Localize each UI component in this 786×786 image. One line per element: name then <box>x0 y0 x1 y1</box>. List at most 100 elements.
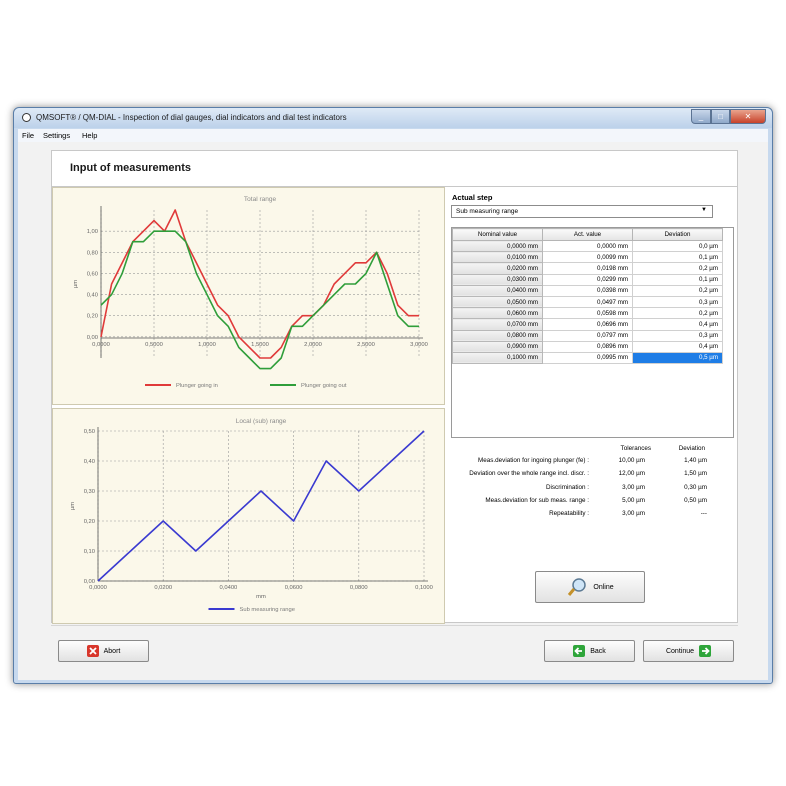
x-tick-label: 0,0600 <box>285 585 303 591</box>
series-line <box>97 430 425 582</box>
deviation-cell[interactable]: 0,1 µm <box>632 251 723 264</box>
legend-label: Sub measuring range <box>240 607 295 613</box>
table-row[interactable]: 0,1000 mm 0,0995 mm 0,5 µm <box>452 351 723 365</box>
client-area: Input of measurements Total range 0,00 0,2… <box>18 142 768 680</box>
actual-step-label: Actual step <box>452 193 493 202</box>
header-panel: Input of measurements <box>51 150 738 186</box>
act-value-cell[interactable]: 0,0598 mm <box>542 307 633 320</box>
act-value-cell[interactable]: 0,0995 mm <box>542 351 633 365</box>
act-value-cell[interactable]: 0,0198 mm <box>542 262 633 275</box>
table-row[interactable]: 0,0100 mm 0,0099 mm 0,1 µm <box>452 251 723 264</box>
menu-bar: File Settings Help <box>18 129 768 142</box>
y-axis-label: µm <box>73 280 79 288</box>
stat-row: Meas.deviation for ingoing plunger (fe) … <box>447 457 739 466</box>
back-button-label: Back <box>590 647 606 655</box>
actual-step-panel: Actual step Sub measuring range ▼ Nomina… <box>447 187 739 624</box>
nominal-value-cell: 0,1000 mm <box>452 351 543 365</box>
stat-row: Deviation over the whole range incl. dis… <box>447 470 739 479</box>
table-row[interactable]: 0,0700 mm 0,0696 mm 0,4 µm <box>452 318 723 331</box>
col-deviation[interactable]: Deviation <box>632 228 723 241</box>
close-button[interactable]: ✕ <box>730 109 766 124</box>
app-icon <box>22 113 31 122</box>
act-value-cell[interactable]: 0,0000 mm <box>542 239 633 253</box>
act-value-cell[interactable]: 0,0497 mm <box>542 295 633 309</box>
table-row[interactable]: 0,0300 mm 0,0299 mm 0,1 µm <box>452 273 723 286</box>
table-row[interactable]: 0,0400 mm 0,0398 mm 0,2 µm <box>452 284 723 297</box>
nominal-value-cell: 0,0600 mm <box>452 307 543 320</box>
stat-tolerance: 12,00 µm <box>618 470 645 478</box>
total-range-chart-svg: Total range0,000,200,400,600,801,000,000… <box>73 196 428 389</box>
deviation-cell[interactable]: 0,2 µm <box>632 307 723 320</box>
x-tick-label: 0,0200 <box>154 585 172 591</box>
nominal-value-cell: 0,0500 mm <box>452 295 543 309</box>
chevron-down-icon[interactable]: ▼ <box>701 207 707 213</box>
deviation-cell[interactable]: 0,5 µm <box>632 351 723 365</box>
nominal-value-cell: 0,0900 mm <box>452 340 543 353</box>
abort-button[interactable]: Abort <box>58 640 149 662</box>
measurement-table: Nominal value Act. value Deviation 0,000… <box>451 227 734 438</box>
online-magnifier-icon <box>568 578 587 596</box>
stat-deviation: --- <box>700 510 707 518</box>
deviation-cell[interactable]: 0,0 µm <box>632 239 723 253</box>
table-row[interactable]: 0,0000 mm 0,0000 mm 0,0 µm <box>452 239 723 253</box>
act-value-cell[interactable]: 0,0099 mm <box>542 251 633 264</box>
deviation-cell[interactable]: 0,4 µm <box>632 318 723 331</box>
deviation-cell[interactable]: 0,1 µm <box>632 273 723 286</box>
table-row[interactable]: 0,0600 mm 0,0598 mm 0,2 µm <box>452 307 723 320</box>
table-row[interactable]: 0,0800 mm 0,0797 mm 0,3 µm <box>452 329 723 342</box>
total-range-chart: Total range0,000,200,400,600,801,000,000… <box>52 187 445 405</box>
stat-tolerance: 5,00 µm <box>622 496 645 504</box>
stat-row: Repeatability : 3,00 µm --- <box>447 510 739 519</box>
online-button-label: Online <box>593 583 614 591</box>
deviation-cell[interactable]: 0,2 µm <box>632 284 723 297</box>
deviation-cell[interactable]: 0,2 µm <box>632 262 723 275</box>
x-tick-label: 2,0000 <box>304 342 322 348</box>
table-row[interactable]: 0,0200 mm 0,0198 mm 0,2 µm <box>452 262 723 275</box>
act-value-cell[interactable]: 0,0696 mm <box>542 318 633 331</box>
x-tick-label: 3,0000 <box>410 342 428 348</box>
y-tick-label: 0,40 <box>84 459 95 465</box>
arrow-right-icon <box>699 645 712 657</box>
window-title: QMSOFT® / QM-DIAL - Inspection of dial g… <box>36 113 347 122</box>
act-value-cell[interactable]: 0,0398 mm <box>542 284 633 297</box>
deviation-cell[interactable]: 0,3 µm <box>632 329 723 342</box>
col-nominal-value[interactable]: Nominal value <box>452 228 543 241</box>
step-dropdown[interactable]: Sub measuring range ▼ <box>451 205 713 218</box>
act-value-cell[interactable]: 0,0896 mm <box>542 340 633 353</box>
abort-button-label: Abort <box>103 647 121 655</box>
stat-deviation: 0,50 µm <box>684 496 707 504</box>
minimize-button[interactable]: _ <box>691 109 711 124</box>
x-tick-label: 2,5000 <box>357 342 375 348</box>
continue-button-label: Continue <box>665 647 695 655</box>
maximize-button[interactable]: □ <box>711 109 730 124</box>
menu-settings[interactable]: Settings <box>43 131 70 140</box>
stat-tolerance: 10,00 µm <box>618 457 645 464</box>
deviation-cell[interactable]: 0,4 µm <box>632 340 723 353</box>
stat-deviation: 1,50 µm <box>684 470 707 478</box>
nominal-value-cell: 0,0700 mm <box>452 318 543 331</box>
continue-button[interactable]: Continue <box>643 640 734 662</box>
stat-label: Discrimination : <box>545 483 589 491</box>
local-range-chart: Local (sub) range 0,00 0,10 0,20 0,30 0,40 0,5… <box>52 408 445 624</box>
act-value-cell[interactable]: 0,0797 mm <box>542 329 633 342</box>
y-tick-label: 0,20 <box>84 519 95 525</box>
table-row[interactable]: 0,0500 mm 0,0497 mm 0,3 µm <box>452 295 723 309</box>
menu-file[interactable]: File <box>22 131 34 140</box>
online-button[interactable]: Online <box>535 571 645 603</box>
menu-help[interactable]: Help <box>82 131 97 140</box>
nominal-value-cell: 0,0400 mm <box>452 284 543 297</box>
title-bar[interactable]: QMSOFT® / QM-DIAL - Inspection of dial g… <box>14 108 772 128</box>
stat-row: Meas.deviation for sub meas. range : 5,00… <box>447 497 739 506</box>
table-row[interactable]: 0,0900 mm 0,0896 mm 0,4 µm <box>452 340 723 353</box>
act-value-cell[interactable]: 0,0299 mm <box>542 273 633 286</box>
deviation-cell[interactable]: 0,3 µm <box>632 295 723 309</box>
y-axis-label: µm <box>70 502 76 510</box>
back-button[interactable]: Back <box>544 640 635 662</box>
x-tick-label: 0,5000 <box>145 342 163 348</box>
x-tick-label: 0,1000 <box>415 585 433 591</box>
chart-title: Total range <box>244 196 277 203</box>
col-act-value[interactable]: Act. value <box>542 228 633 241</box>
abort-x-icon <box>86 645 99 657</box>
stat-deviation: 1,40 µm <box>684 457 707 464</box>
y-tick-label: 0,40 <box>87 293 98 299</box>
